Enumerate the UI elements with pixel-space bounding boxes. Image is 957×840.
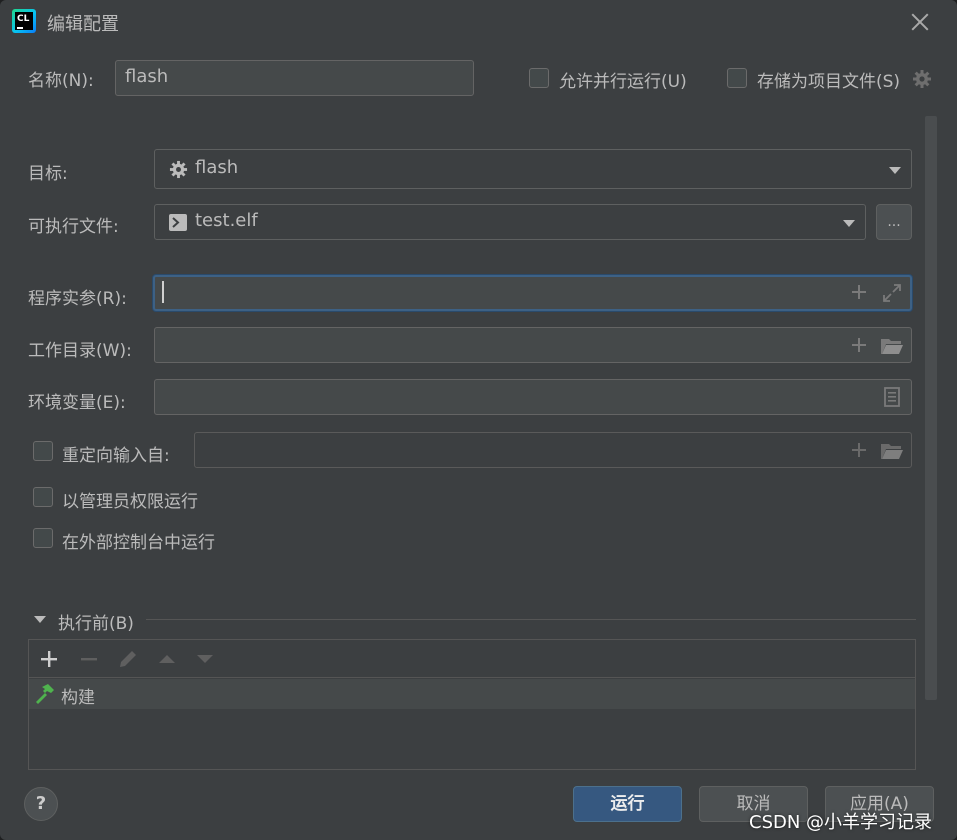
allow-parallel-label: 允许并行运行(U) [559, 72, 687, 92]
clion-app-icon: CL [12, 9, 36, 33]
text-cursor [162, 281, 164, 303]
watermark: CSDN @小羊学习记录 [749, 812, 933, 833]
remove-icon[interactable] [79, 649, 99, 669]
store-as-project-file-checkbox[interactable] [727, 68, 747, 88]
target-label: 目标: [28, 164, 68, 184]
before-launch-label[interactable]: 执行前(B) [58, 609, 134, 634]
target-combobox[interactable]: flash [154, 149, 912, 189]
before-launch-toolbar [29, 640, 915, 678]
executable-value: test.elf [195, 210, 258, 231]
move-up-icon[interactable] [157, 652, 177, 666]
move-down-icon[interactable] [195, 652, 215, 666]
before-launch-panel: 构建 [28, 639, 916, 770]
run-as-admin-checkbox[interactable] [33, 487, 53, 507]
run-as-admin-label: 以管理员权限运行 [62, 492, 198, 512]
run-in-console-checkbox[interactable] [33, 528, 53, 548]
redirect-input-field[interactable] [194, 432, 912, 468]
plus-icon[interactable] [850, 441, 868, 459]
chevron-down-icon [843, 220, 855, 227]
target-value: flash [195, 157, 239, 178]
redirect-input-checkbox[interactable] [33, 441, 53, 461]
gear-icon[interactable] [912, 69, 932, 89]
help-button[interactable]: ? [24, 787, 58, 821]
expand-icon[interactable] [882, 283, 902, 303]
edit-configuration-dialog: CL 编辑配置 名称(N): flash 允许并行运行(U) 存储为项目文件(S… [0, 0, 957, 840]
env-vars-label: 环境变量(E): [28, 393, 126, 413]
add-icon[interactable] [39, 649, 59, 669]
window-title: 编辑配置 [47, 14, 119, 35]
name-input[interactable]: flash [115, 60, 474, 96]
program-args-input[interactable] [153, 275, 912, 311]
run-in-console-label: 在外部控制台中运行 [62, 533, 215, 553]
hammer-icon [36, 684, 54, 704]
run-button[interactable]: 运行 [573, 786, 682, 822]
executable-combobox[interactable]: test.elf [154, 204, 866, 240]
list-item[interactable]: 构建 [29, 679, 915, 709]
env-vars-input[interactable] [154, 379, 912, 415]
title-bar: CL 编辑配置 [0, 0, 957, 44]
list-item-label: 构建 [61, 688, 95, 708]
close-icon[interactable] [906, 8, 934, 36]
program-args-label: 程序实参(R): [28, 289, 127, 309]
executable-label: 可执行文件: [28, 217, 119, 237]
section-divider [146, 619, 916, 620]
allow-parallel-checkbox[interactable] [529, 68, 549, 88]
working-dir-label: 工作目录(W): [28, 341, 132, 361]
folder-icon[interactable] [880, 336, 904, 356]
plus-icon[interactable] [850, 336, 868, 354]
redirect-input-label: 重定向输入自: [62, 446, 170, 466]
edit-pencil-icon[interactable] [117, 648, 139, 670]
name-label: 名称(N): [28, 71, 94, 91]
chevron-down-icon [889, 167, 901, 174]
store-as-project-file-label: 存储为项目文件(S) [757, 72, 901, 92]
working-dir-input[interactable] [154, 327, 912, 363]
scrollbar[interactable] [925, 116, 937, 700]
folder-icon[interactable] [880, 441, 904, 461]
name-input-value: flash [125, 66, 169, 87]
plus-icon[interactable] [850, 283, 868, 301]
browse-executable-button[interactable]: ... [876, 204, 912, 240]
console-icon [169, 214, 187, 231]
collapse-arrow-icon[interactable] [34, 616, 46, 623]
document-icon[interactable] [884, 387, 900, 407]
gear-icon [169, 160, 188, 179]
